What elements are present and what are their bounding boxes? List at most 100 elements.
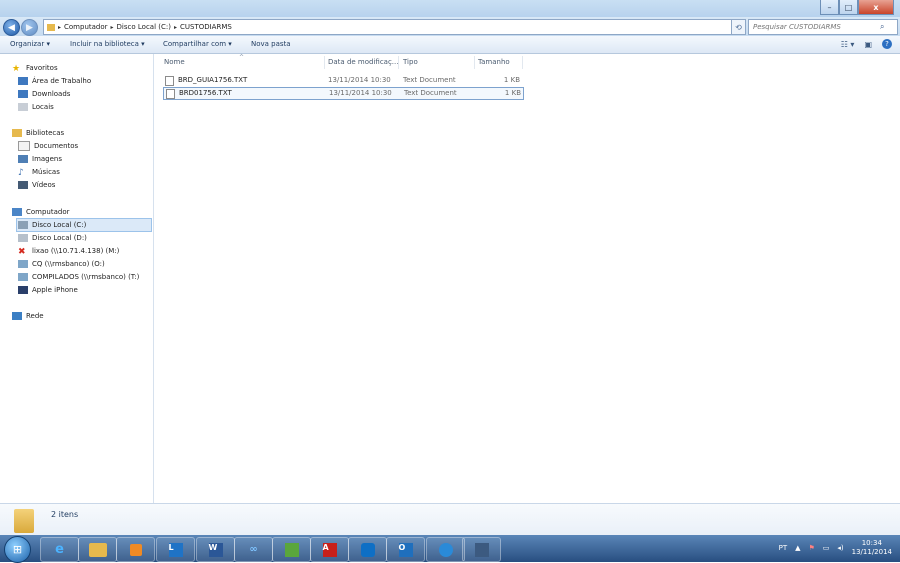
- file-name: BRD01756.TXT: [179, 89, 232, 97]
- nav-music[interactable]: ♪ Músicas: [18, 166, 60, 178]
- disk-icon: [18, 234, 28, 242]
- file-type: Text Document: [404, 89, 457, 97]
- help-icon[interactable]: ?: [882, 39, 892, 49]
- libraries-icon: [12, 129, 22, 137]
- network-drive-icon: [18, 260, 28, 268]
- column-header-modified[interactable]: Data de modificaç...: [328, 58, 398, 66]
- address-row: ◀ ▶ ▸ Computador ▸ Disco Local (C:) ▸ CU…: [0, 17, 900, 36]
- star-icon: ★: [12, 64, 21, 74]
- breadcrumb-custodiarms[interactable]: CUSTODIARMS: [180, 23, 232, 31]
- file-list: Nome ^ Data de modificaç... Tipo Tamanho…: [154, 54, 900, 503]
- breadcrumb-disk-c[interactable]: Disco Local (C:): [117, 23, 171, 31]
- close-button[interactable]: x: [858, 0, 894, 15]
- videos-icon: [18, 181, 28, 189]
- app-network-icon[interactable]: [462, 537, 501, 562]
- file-row[interactable]: BRD_GUIA1756.TXT 13/11/2014 10:30 Text D…: [163, 75, 522, 86]
- phone-icon: [18, 286, 28, 294]
- taskbar: ⊞ e L W ∞ A O PT ▲ ⚑ ▭ ◂) 10:34 13/11/20…: [0, 535, 900, 563]
- nav-images[interactable]: Imagens: [18, 153, 62, 165]
- file-name: BRD_GUIA1756.TXT: [178, 76, 248, 84]
- documents-icon: [18, 141, 30, 151]
- tray-expand-icon[interactable]: ▲: [795, 544, 800, 552]
- window-controls: – □ x: [820, 0, 894, 15]
- places-icon: [18, 103, 28, 111]
- teamviewer-icon[interactable]: [348, 537, 387, 562]
- file-row[interactable]: BRD01756.TXT 13/11/2014 10:30 Text Docum…: [163, 87, 524, 100]
- disconnected-drive-icon: ✖: [18, 247, 26, 257]
- folder-icon: [47, 23, 55, 31]
- nav-cq[interactable]: CQ (\\rmsbanco) (O:): [18, 258, 105, 270]
- details-pane: 2 itens: [0, 503, 900, 536]
- organize-button[interactable]: Organizar ▾: [10, 40, 50, 48]
- search-icon[interactable]: ⌕: [880, 22, 884, 32]
- file-type: Text Document: [403, 76, 456, 84]
- address-bar[interactable]: ▸ Computador ▸ Disco Local (C:) ▸ CUSTOD…: [43, 19, 742, 35]
- forward-arrow-icon[interactable]: ▶: [21, 19, 38, 36]
- column-header-type[interactable]: Tipo: [403, 58, 418, 66]
- column-header-name[interactable]: Nome: [164, 58, 185, 66]
- new-folder-button[interactable]: Nova pasta: [251, 40, 291, 48]
- view-options-icon[interactable]: ☷ ▾: [841, 40, 855, 49]
- acrobat-icon[interactable]: A: [310, 537, 349, 562]
- file-modified: 13/11/2014 10:30: [328, 76, 391, 84]
- nav-documents[interactable]: Documentos: [18, 140, 78, 152]
- file-size: 1 KB: [504, 89, 521, 97]
- file-modified: 13/11/2014 10:30: [329, 89, 392, 97]
- nav-compilados[interactable]: COMPILADOS (\\rmsbanco) (T:): [18, 271, 139, 283]
- downloads-icon: [18, 90, 28, 98]
- volume-icon[interactable]: ◂): [837, 544, 843, 552]
- share-button[interactable]: Compartilhar com ▾: [163, 40, 232, 48]
- text-file-icon: [166, 89, 175, 99]
- nav-favorites[interactable]: ★ Favoritos: [12, 62, 58, 74]
- nav-libraries[interactable]: Bibliotecas: [12, 127, 64, 139]
- nav-computer[interactable]: Computador: [12, 206, 70, 218]
- file-size: 1 KB: [503, 76, 520, 84]
- network-tray-icon[interactable]: ▭: [823, 544, 830, 552]
- search-box[interactable]: ⌕: [748, 19, 898, 35]
- link-app-icon[interactable]: ∞: [234, 537, 273, 562]
- clock-date: 13/11/2014: [851, 548, 892, 556]
- outlook-icon[interactable]: O: [386, 537, 425, 562]
- preview-pane-icon[interactable]: ▣: [864, 40, 872, 49]
- nav-desktop[interactable]: Área de Trabalho: [18, 75, 91, 87]
- refresh-icon[interactable]: ⟲: [731, 19, 746, 35]
- word-icon[interactable]: W: [196, 537, 235, 562]
- nav-places[interactable]: Locais: [18, 101, 54, 113]
- start-button[interactable]: ⊞: [4, 536, 31, 563]
- clock[interactable]: 10:34 13/11/2014: [852, 539, 892, 557]
- folder-icon: [14, 509, 34, 533]
- maximize-button[interactable]: □: [839, 0, 858, 15]
- nav-network[interactable]: Rede: [12, 310, 44, 322]
- desktop-icon: [18, 77, 28, 85]
- computer-icon: [12, 208, 22, 216]
- disk-icon: [18, 221, 28, 229]
- navigation-pane: ★ Favoritos Área de Trabalho Downloads Lo…: [0, 54, 154, 503]
- nav-iphone[interactable]: Apple iPhone: [18, 284, 78, 296]
- network-icon: [12, 312, 22, 320]
- breadcrumb-computer[interactable]: Computador: [64, 23, 108, 31]
- include-library-button[interactable]: Incluir na biblioteca ▾: [70, 40, 145, 48]
- music-icon: ♪: [18, 168, 24, 178]
- nav-disk-d[interactable]: Disco Local (D:): [18, 232, 87, 244]
- back-arrow-icon[interactable]: ◀: [3, 19, 20, 36]
- sort-arrow-icon: ^: [239, 54, 245, 61]
- action-center-icon[interactable]: ⚑: [808, 544, 814, 552]
- column-header-size[interactable]: Tamanho: [478, 58, 510, 66]
- lync-icon[interactable]: L: [156, 537, 195, 562]
- search-input[interactable]: [749, 22, 880, 32]
- command-bar: Organizar ▾ Incluir na biblioteca ▾ Comp…: [0, 36, 900, 54]
- nav-downloads[interactable]: Downloads: [18, 88, 70, 100]
- system-tray: PT ▲ ⚑ ▭ ◂) 10:34 13/11/2014: [779, 539, 892, 557]
- language-indicator[interactable]: PT: [779, 544, 788, 552]
- app-blue-circle-icon[interactable]: [426, 537, 465, 562]
- clock-time: 10:34: [861, 539, 882, 547]
- media-player-icon[interactable]: [116, 537, 155, 562]
- nav-lixao[interactable]: ✖ lixao (\\10.71.4.138) (M:): [18, 245, 119, 257]
- internet-explorer-icon[interactable]: e: [40, 537, 79, 562]
- file-explorer-icon[interactable]: [78, 537, 117, 562]
- nav-disk-c[interactable]: Disco Local (C:): [16, 218, 152, 232]
- minimize-button[interactable]: –: [820, 0, 839, 15]
- app-green-icon[interactable]: [272, 537, 311, 562]
- nav-videos[interactable]: Vídeos: [18, 179, 55, 191]
- title-bar: – □ x: [0, 0, 900, 17]
